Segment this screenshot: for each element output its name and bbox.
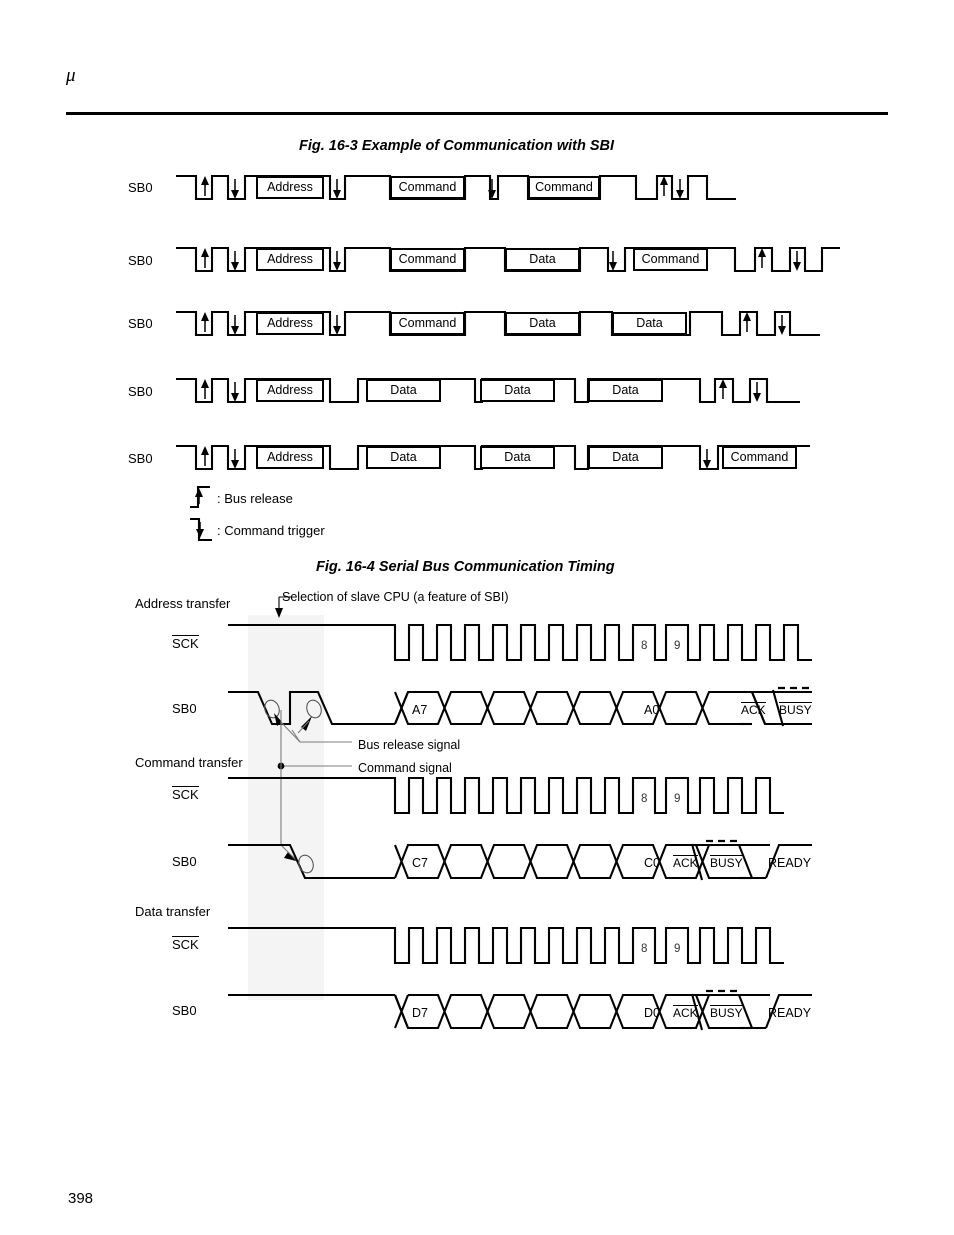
- busy-label-address: BUSY: [779, 702, 812, 717]
- clock-number-8-data: 8: [641, 943, 648, 955]
- busy-label-data: BUSY: [710, 1005, 743, 1020]
- page-number: 398: [68, 1190, 94, 1207]
- clock-number-9-data: 9: [674, 943, 681, 955]
- busy-label-command: BUSY: [710, 855, 743, 870]
- ack-label-address: ACK: [741, 702, 766, 717]
- bit-label-a0: A0: [644, 703, 660, 717]
- highlight-band: [248, 615, 324, 1000]
- ack-label-data: ACK: [673, 1005, 698, 1020]
- fig164-waveforms: [0, 0, 954, 1060]
- clock-number-8-command: 8: [641, 793, 648, 805]
- bit-label-c0: C0: [644, 856, 660, 870]
- bit-label-a7: A7: [412, 703, 428, 717]
- ready-label-command: READY: [768, 856, 812, 870]
- clock-number-9-address: 9: [674, 640, 681, 652]
- document-page: μ Fig. 16-3 Example of Communication wit…: [0, 0, 954, 1235]
- bit-label-d7: D7: [412, 1006, 428, 1020]
- clock-number-9-command: 9: [674, 793, 681, 805]
- ready-label-data: READY: [768, 1006, 812, 1020]
- ack-label-command: ACK: [673, 855, 698, 870]
- bit-label-c7: C7: [412, 856, 428, 870]
- clock-number-8-address: 8: [641, 640, 648, 652]
- bit-label-d0: D0: [644, 1006, 660, 1020]
- callout-pointer: [275, 596, 291, 618]
